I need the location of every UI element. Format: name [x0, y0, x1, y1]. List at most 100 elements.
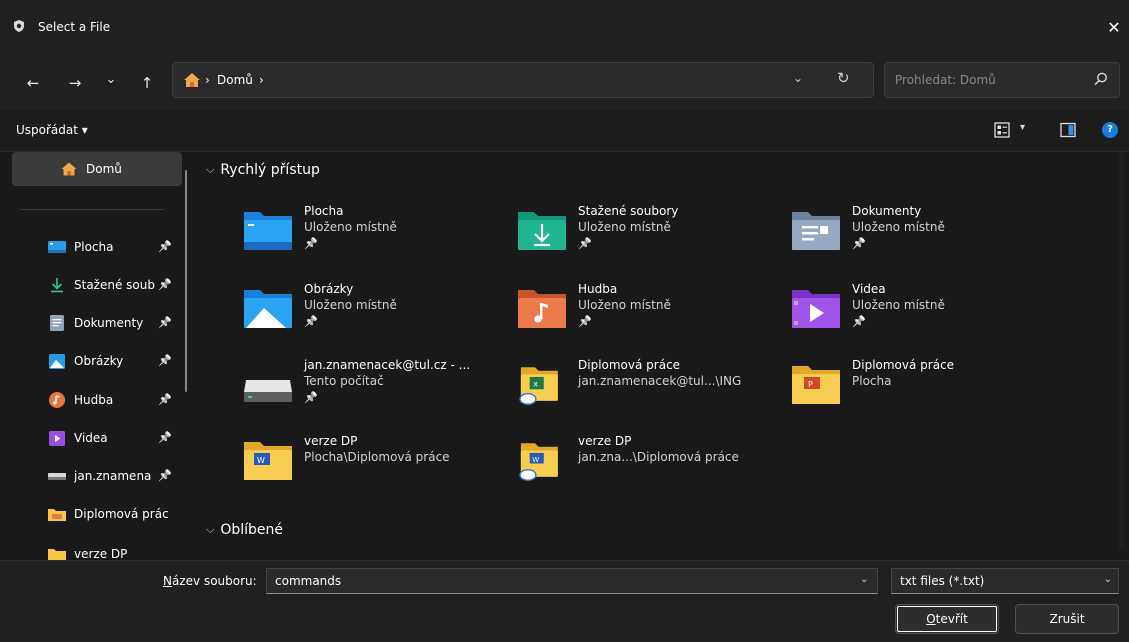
sidebar-item-music[interactable]: Hudba 📌: [0, 384, 182, 416]
search-icon[interactable]: [1093, 71, 1109, 87]
downloads-folder-icon: [518, 212, 566, 250]
sidebar-item-videos[interactable]: Videa 📌: [0, 422, 182, 454]
collapse-chevron-icon[interactable]: ⌵: [206, 523, 214, 537]
tile-subtitle: jan.znamenacek@tul...\ING: [578, 374, 742, 388]
pin-icon: 📌: [852, 237, 866, 250]
powerpoint-folder-icon: P: [792, 366, 840, 404]
tile-subtitle: Plocha\Diplomová práce: [304, 450, 450, 464]
sidebar-item-label: verze DP: [74, 547, 128, 560]
tile-subtitle: Tento počítač: [304, 374, 384, 388]
quick-access-tile-desktop[interactable]: Plocha Uloženo místně 📌: [242, 204, 502, 274]
filename-input[interactable]: [266, 568, 878, 594]
sidebar-item-home-row[interactable]: Domů: [0, 153, 182, 185]
sidebar-item-dp-versions[interactable]: verze DP: [0, 538, 182, 560]
organize-menu[interactable]: Uspořádat ▾: [16, 123, 88, 137]
pin-icon[interactable]: 📌: [158, 354, 172, 367]
back-arrow-icon[interactable]: ←: [18, 68, 48, 98]
section-quick-access[interactable]: ⌵ Rychlý přístup: [206, 162, 320, 178]
tile-title: Diplomová práce: [852, 358, 955, 372]
tile-title: Stažené soubory: [578, 204, 679, 218]
pin-icon[interactable]: 📌: [158, 469, 172, 482]
title-bar: Select a File ✕: [0, 0, 1129, 56]
preview-pane-icon[interactable]: [1060, 122, 1076, 138]
documents-icon: [48, 315, 66, 331]
quick-access-tile-documents[interactable]: Dokumenty Uloženo místně 📌: [790, 204, 1050, 274]
sidebar-divider: [20, 209, 164, 210]
pin-icon[interactable]: 📌: [158, 278, 172, 291]
quick-access-tile-music[interactable]: Hudba Uloženo místně 📌: [516, 282, 776, 352]
open-button[interactable]: Otevřít: [895, 604, 999, 634]
pin-icon: 📌: [304, 237, 318, 250]
address-bar[interactable]: › Domů › ⌄ ↻: [172, 62, 874, 98]
tile-subtitle: Uloženo místně: [304, 220, 397, 234]
sidebar-item-thesis-folder[interactable]: Diplomová prác: [0, 498, 182, 530]
music-icon: [48, 392, 66, 408]
pin-icon[interactable]: 📌: [158, 431, 172, 444]
quick-access-tile-downloads[interactable]: Stažené soubory Uloženo místně 📌: [516, 204, 776, 274]
command-bar: Uspořádat ▾ ▾ ?: [0, 110, 1129, 152]
filetype-select[interactable]: txt files (*.txt) ⌄: [891, 568, 1119, 594]
pin-icon: 📌: [304, 391, 318, 404]
quick-access-tile-dp-versions-local[interactable]: W verze DP Plocha\Diplomová práce: [242, 434, 502, 504]
breadcrumb-location[interactable]: Domů: [217, 73, 253, 87]
breadcrumb-separator[interactable]: ›: [259, 73, 264, 87]
sidebar-item-label: Plocha: [74, 240, 114, 254]
pictures-icon: [48, 353, 66, 369]
tile-subtitle: jan.zna...\Diplomová práce: [578, 450, 739, 464]
content-scrollbar[interactable]: [1118, 152, 1124, 550]
pin-icon[interactable]: 📌: [158, 240, 172, 253]
quick-access-tile-thesis-excel[interactable]: x Diplomová práce jan.znamenacek@tul...\…: [516, 358, 776, 428]
section-title: Oblíbené: [220, 522, 284, 538]
sidebar-item-documents[interactable]: Dokumenty 📌: [0, 307, 182, 339]
tile-title: Plocha: [304, 204, 344, 218]
tile-title: Obrázky: [304, 282, 354, 296]
documents-folder-icon: [792, 212, 840, 250]
quick-access-tile-videos[interactable]: Videa Uloženo místně 📌: [790, 282, 1050, 352]
filename-label: Název souboru:: [163, 574, 257, 588]
tile-subtitle: Uloženo místně: [304, 298, 397, 312]
tile-subtitle: Plocha: [852, 374, 892, 388]
quick-access-tile-network-drive[interactable]: jan.znamenacek@tul.cz - ... Tento počíta…: [242, 358, 502, 428]
sidebar-item-label: Dokumenty: [74, 316, 144, 330]
pin-icon[interactable]: 📌: [158, 316, 172, 329]
sidebar-item-desktop[interactable]: Plocha 📌: [0, 231, 182, 263]
collapse-chevron-icon[interactable]: ⌵: [206, 163, 214, 177]
sidebar-item-label: Domů: [86, 162, 122, 176]
view-dropdown-icon[interactable]: ▾: [1020, 122, 1025, 133]
view-options-icon[interactable]: [994, 122, 1010, 138]
refresh-icon[interactable]: ↻: [837, 69, 850, 87]
close-icon[interactable]: ✕: [1099, 10, 1129, 46]
quick-access-tile-thesis-powerpoint[interactable]: P Diplomová práce Plocha: [790, 358, 1050, 428]
tile-title: verze DP: [304, 434, 358, 448]
excel-cloud-folder-icon: x: [519, 367, 558, 405]
sidebar-item-network-drive[interactable]: jan.znamena 📌: [0, 460, 182, 492]
up-arrow-icon[interactable]: ↑: [132, 68, 162, 98]
recent-locations-chevron-icon[interactable]: ⌄: [96, 64, 126, 94]
organize-label: Uspořádat: [16, 123, 78, 137]
search-placeholder: Prohledat: Domů: [895, 73, 996, 87]
filename-label-text: ázev souboru:: [171, 574, 257, 588]
filename-dropdown-icon[interactable]: ⌄: [860, 574, 868, 585]
word-folder-icon: W: [244, 442, 292, 480]
sidebar-item-pictures[interactable]: Obrázky 📌: [0, 345, 182, 377]
filetype-dropdown-icon[interactable]: ⌄: [1104, 574, 1112, 585]
cancel-button[interactable]: Zrušit: [1015, 604, 1119, 634]
organize-caret-icon: ▾: [81, 123, 88, 137]
sidebar-item-downloads[interactable]: Stažené soub 📌: [0, 269, 182, 301]
filetype-value: txt files (*.txt): [900, 574, 985, 588]
window-title: Select a File: [38, 20, 111, 34]
section-favorites[interactable]: ⌵ Oblíbené: [206, 522, 283, 538]
app-shield-icon: [14, 20, 24, 32]
forward-arrow-icon[interactable]: →: [60, 68, 90, 98]
quick-access-tile-dp-versions-cloud[interactable]: W verze DP jan.zna...\Diplomová práce: [516, 434, 776, 504]
search-box[interactable]: Prohledat: Domů: [884, 62, 1120, 98]
open-label: tevřít: [935, 612, 968, 626]
sidebar-scrollbar[interactable]: [185, 170, 187, 392]
quick-access-tile-pictures[interactable]: Obrázky Uloženo místně 📌: [242, 282, 502, 352]
help-icon[interactable]: ?: [1102, 122, 1118, 138]
pin-icon[interactable]: 📌: [158, 393, 172, 406]
folder-icon: [48, 506, 66, 522]
sidebar-item-label: Diplomová prác: [74, 507, 169, 521]
svg-text:x: x: [533, 380, 538, 389]
address-dropdown-icon[interactable]: ⌄: [793, 71, 803, 85]
